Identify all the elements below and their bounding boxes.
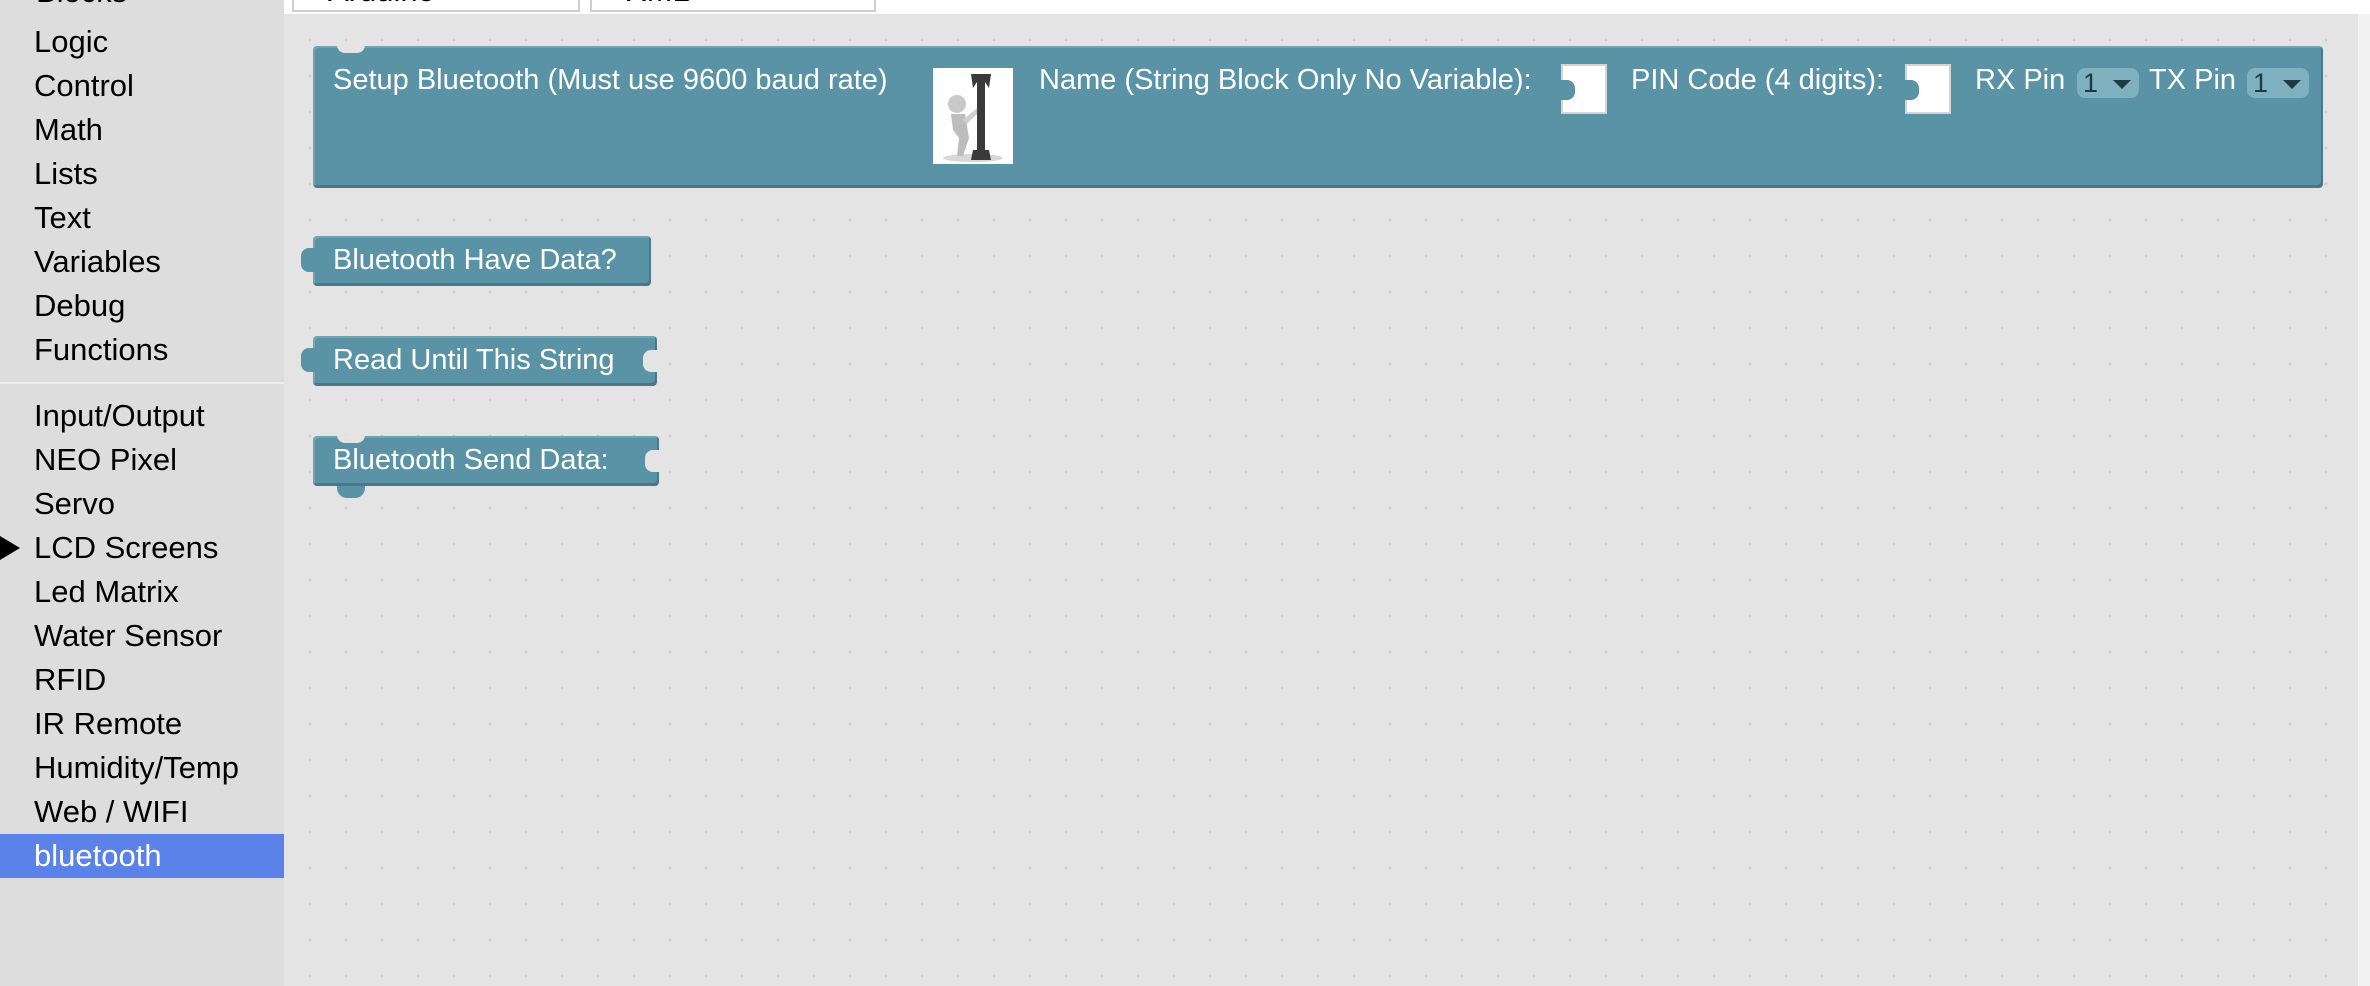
tab-arduino[interactable]: Arduino [292,0,580,12]
read-until-string-label: Read Until This String [333,344,615,376]
workspace-scrollbar[interactable] [2358,14,2370,986]
pin-code-label: PIN Code (4 digits): [1631,64,1885,96]
data-input-slot[interactable] [645,450,659,472]
bluetooth-send-data-label: Bluetooth Send Data: [333,444,609,476]
socket-notch [1905,80,1919,100]
string-input-slot[interactable] [643,350,657,372]
tx-pin-value: 1 [2253,68,2269,98]
category-web-wifi[interactable]: Web / WIFI [0,790,284,834]
category-label: RFID [34,662,107,697]
pin-code-socket[interactable] [1905,64,1951,114]
category-lcd-screens[interactable]: LCD Screens [0,526,284,570]
category-label: Input/Output [34,398,205,433]
tx-pin-label: TX Pin [2149,64,2237,96]
expand-arrow-icon[interactable] [0,536,20,560]
category-label: bluetooth [34,838,162,873]
category-label: LCD Screens [34,530,219,565]
category-variables[interactable]: Variables [0,240,284,284]
output-connector [301,348,315,372]
category-input-output[interactable]: Input/Output [0,394,284,438]
category-led-matrix[interactable]: Led Matrix [0,570,284,614]
category-servo[interactable]: Servo [0,482,284,526]
socket-notch [1561,80,1575,100]
rx-pin-label: RX Pin [1975,64,2066,96]
category-label: Water Sensor [34,618,223,653]
category-control[interactable]: Control [0,64,284,108]
category-logic[interactable]: Logic [0,20,284,64]
category-label: NEO Pixel [34,442,177,477]
category-neo-pixel[interactable]: NEO Pixel [0,438,284,482]
category-debug[interactable]: Debug [0,284,284,328]
setup-bluetooth-label: Setup Bluetooth (Must use 9600 baud rate… [333,64,888,96]
category-water-sensor[interactable]: Water Sensor [0,614,284,658]
wrench-person-icon [933,68,1013,164]
block-top-notch [337,435,365,443]
category-label: Humidity/Temp [34,750,239,785]
bluetooth-send-data-block[interactable]: Bluetooth Send Data: [313,435,659,498]
category-functions[interactable]: Functions [0,328,284,372]
chevron-down-icon [2283,80,2301,89]
category-ir-remote[interactable]: IR Remote [0,702,284,746]
chevron-down-icon [2113,80,2131,89]
category-bluetooth[interactable]: bluetooth [0,834,284,878]
category-label: Servo [34,486,115,521]
category-label: Led Matrix [34,574,179,609]
bluetooth-have-data-label: Bluetooth Have Data? [333,244,617,276]
read-until-string-block[interactable]: Read Until This String [301,336,657,386]
name-value-socket[interactable] [1561,64,1607,114]
category-humidity-temp[interactable]: Humidity/Temp [0,746,284,790]
setup-bluetooth-block[interactable]: Setup Bluetooth (Must use 9600 baud rate… [313,45,2323,188]
category-lists[interactable]: Lists [0,152,284,196]
block-top-notch [337,45,365,53]
toolbox-sidebar: Blocks LogicControlMathListsTextVariable… [0,0,284,986]
rx-pin-value: 1 [2083,68,2099,98]
toolbox-heading: Blocks [36,0,127,10]
category-divider [0,382,284,384]
category-label: Web / WIFI [34,794,189,829]
category-math[interactable]: Math [0,108,284,152]
bluetooth-have-data-block[interactable]: Bluetooth Have Data? [301,236,651,286]
tx-pin-dropdown[interactable]: 1 [2247,68,2309,98]
rx-pin-dropdown[interactable]: 1 [2077,68,2139,98]
name-input-label: Name (String Block Only No Variable): [1039,64,1532,96]
output-connector [301,248,315,272]
category-label: IR Remote [34,706,183,741]
tab-xml[interactable]: XML [590,0,876,12]
category-text[interactable]: Text [0,196,284,240]
category-rfid[interactable]: RFID [0,658,284,702]
